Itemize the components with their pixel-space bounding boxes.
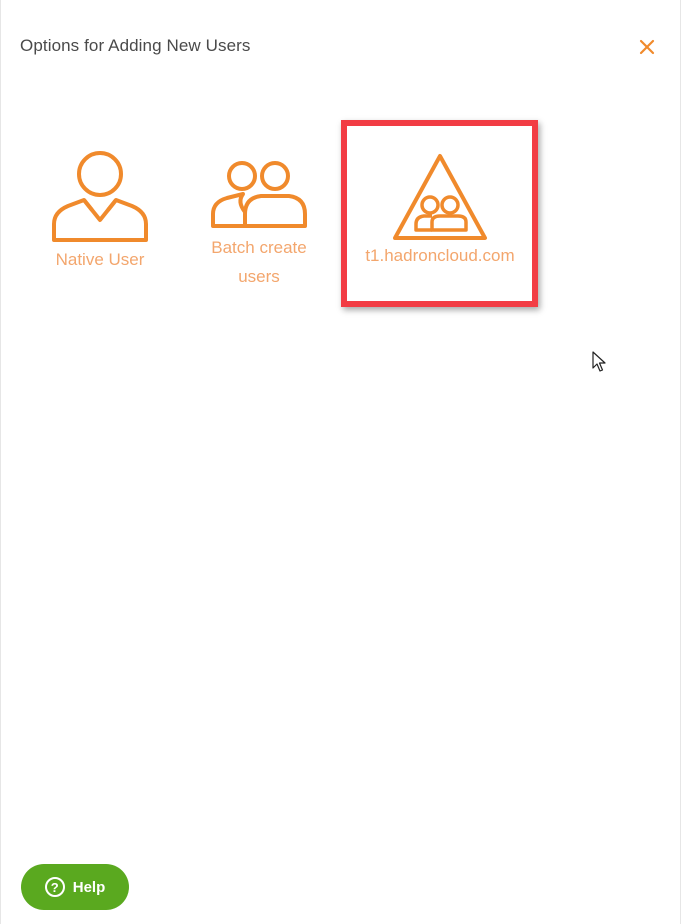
close-icon	[639, 39, 655, 55]
domain-users-triangle-icon	[341, 120, 539, 242]
option-domain-users-label: t1.hadroncloud.com	[365, 246, 515, 265]
help-button-label: Help	[72, 878, 106, 896]
users-group-icon	[191, 156, 327, 232]
close-button[interactable]	[637, 37, 657, 57]
help-question-icon: ?	[44, 877, 65, 897]
option-batch-create-users-label-line1: Batch create	[211, 238, 307, 257]
option-domain-users[interactable]: t1.hadroncloud.com	[341, 120, 539, 308]
user-icon	[31, 148, 169, 244]
option-native-user-label: Native User	[55, 250, 145, 269]
option-batch-create-users[interactable]: Batch create users	[191, 156, 327, 293]
add-users-dialog: Options for Adding New Users Native User	[0, 0, 681, 924]
help-button[interactable]: ? Help	[21, 864, 129, 910]
mouse-cursor-icon	[592, 351, 606, 372]
option-batch-create-users-label-line2: users	[238, 267, 280, 286]
option-native-user[interactable]: Native User	[31, 148, 169, 276]
dialog-title: Options for Adding New Users	[20, 36, 251, 55]
